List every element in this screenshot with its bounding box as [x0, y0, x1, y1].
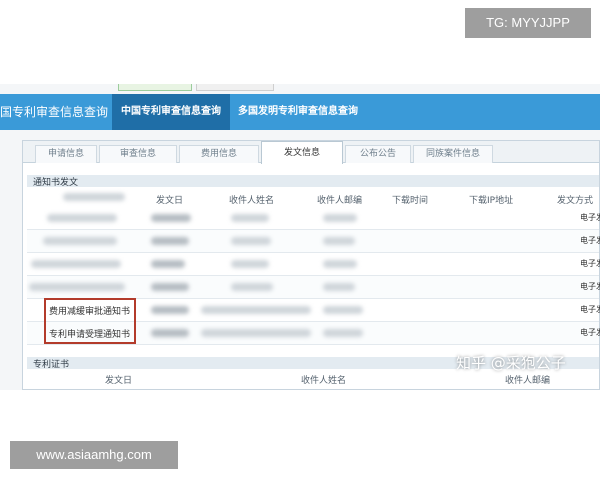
col-download-ip: 下载IP地址 [469, 196, 514, 206]
dispatch-method: 电子发文 [580, 259, 600, 268]
blurred-cell [31, 260, 121, 268]
nav-china-patent-query[interactable]: 中国专利审查信息查询 [112, 94, 230, 130]
tab-publication[interactable]: 公布公告 [345, 145, 411, 163]
table-row[interactable]: 电子发文 [27, 253, 600, 276]
tg-watermark: TG: MYYJJPP [465, 8, 591, 38]
patent-query-screenshot: 国专利审查信息查询 中国专利审查信息查询 多国发明专利审查信息查询 申请信息 审… [0, 84, 600, 390]
blurred-cell [151, 214, 191, 222]
blurred-column-header [63, 193, 125, 201]
dispatch-method: 电子发文 [580, 328, 600, 337]
blurred-cell [151, 237, 189, 245]
blurred-cell [231, 283, 273, 291]
tab-fee-info[interactable]: 费用信息 [179, 145, 259, 163]
table-row[interactable]: 电子发文 [27, 207, 600, 230]
blurred-cell [201, 329, 311, 337]
table-row[interactable]: 电子发文 [27, 230, 600, 253]
tab-examination-info[interactable]: 审查信息 [99, 145, 177, 163]
col-recipient-postcode: 收件人邮编 [317, 196, 363, 206]
notice-section-bar [27, 175, 599, 187]
tab-bar: 申请信息 审查信息 费用信息 发文信息 公布公告 同族案件信息 [23, 141, 599, 164]
tab-application-info[interactable]: 申请信息 [35, 145, 97, 163]
tab-dispatch-info[interactable]: 发文信息 [261, 141, 343, 164]
dispatch-method: 电子发文 [580, 305, 600, 314]
site-title: 国专利审查信息查询 [0, 105, 109, 119]
cert-col-recipient-name: 收件人姓名 [301, 376, 347, 386]
blurred-cell [323, 237, 355, 245]
blurred-cell [151, 283, 189, 291]
col-recipient-name: 收件人姓名 [229, 196, 275, 206]
zhihu-watermark: 知乎 @采狍公子 [456, 354, 566, 372]
blurred-cell [151, 260, 185, 268]
dispatch-method: 电子发文 [580, 236, 600, 245]
cert-col-recipient-postcode: 收件人邮编 [505, 376, 551, 386]
blurred-cell [231, 260, 269, 268]
dispatch-method: 电子发文 [580, 282, 600, 291]
nav-multinational-patent-query[interactable]: 多国发明专利审查信息查询 [238, 94, 358, 130]
certificate-section-title: 专利证书 [33, 360, 70, 370]
browser-tab-nub [118, 84, 192, 91]
blurred-cell [43, 237, 117, 245]
blurred-cell [323, 329, 363, 337]
blurred-cell [151, 306, 189, 314]
blurred-cell [231, 237, 271, 245]
highlight-box [44, 298, 136, 344]
blurred-cell [323, 214, 357, 222]
blurred-cell [47, 214, 117, 222]
url-watermark: www.asiaamhg.com [10, 441, 178, 469]
table-row[interactable]: 电子发文 [27, 276, 600, 299]
dispatch-method: 电子发文 [580, 213, 600, 222]
blurred-cell [201, 306, 311, 314]
cert-col-dispatch-date: 发文日 [105, 376, 133, 386]
col-dispatch-method: 发文方式 [557, 196, 594, 206]
col-dispatch-date: 发文日 [156, 196, 184, 206]
blurred-cell [323, 283, 355, 291]
blurred-cell [323, 260, 357, 268]
notice-section-title: 通知书发文 [33, 178, 79, 188]
blurred-cell [323, 306, 363, 314]
blurred-cell [231, 214, 269, 222]
blurred-cell [151, 329, 189, 337]
top-navigation-bar: 国专利审查信息查询 中国专利审查信息查询 多国发明专利审查信息查询 [0, 94, 600, 130]
browser-tab-nub [196, 84, 274, 91]
col-download-time: 下载时间 [392, 196, 429, 206]
blurred-cell [29, 283, 125, 291]
tab-family-cases[interactable]: 同族案件信息 [413, 145, 493, 163]
